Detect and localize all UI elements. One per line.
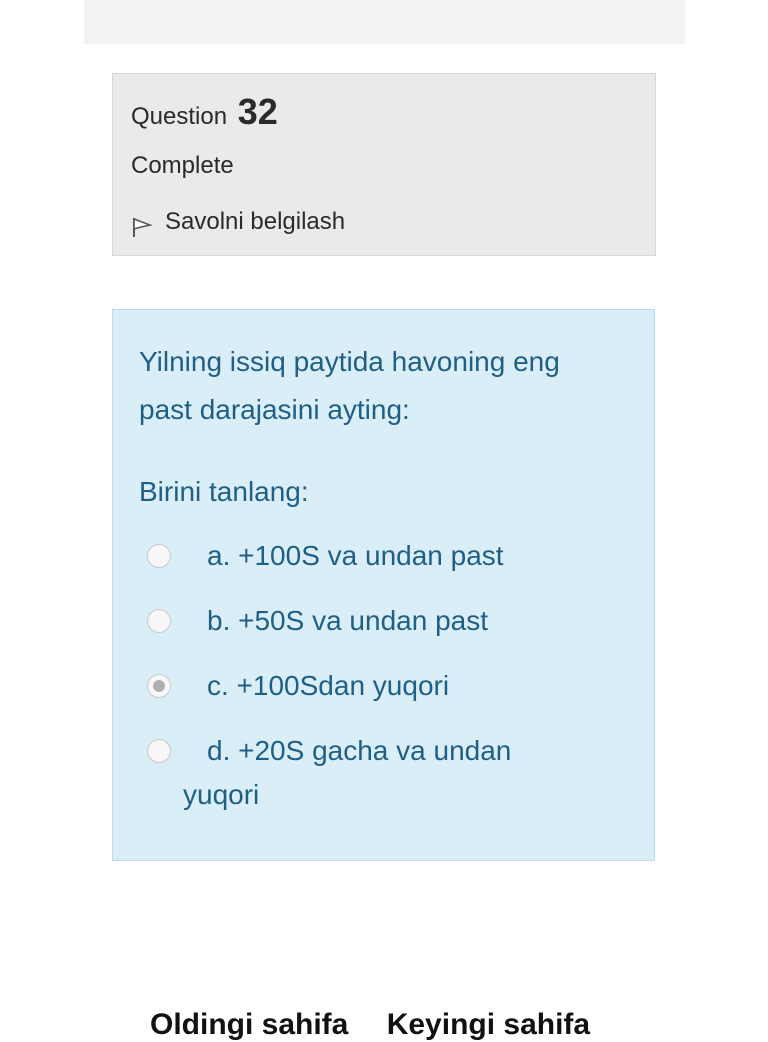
flag-icon	[133, 217, 153, 237]
option-b-label: b. +50S va undan past	[207, 605, 488, 636]
option-d-label: d. +20S gacha va undan	[207, 735, 512, 766]
option-d-label-cont: yuqori	[183, 779, 260, 810]
option-b-radio[interactable]	[147, 609, 171, 633]
flag-question-button[interactable]: Savolni belgilash	[131, 206, 345, 238]
question-number: 32	[237, 91, 278, 132]
option-d[interactable]: d. +20S gacha va undan yuqori	[147, 733, 511, 819]
option-a-radio[interactable]	[147, 544, 171, 568]
question-content: Yilning issiq paytida havoning eng past …	[112, 309, 655, 861]
option-d-radio[interactable]	[147, 739, 171, 763]
option-c-radio[interactable]	[147, 674, 171, 698]
flag-label: Savolni belgilash	[165, 208, 346, 235]
next-page-button[interactable]: Keyingi sahifa	[387, 1008, 590, 1041]
page-navigation: Oldingi sahifa Keyingi sahifa	[150, 1008, 620, 1042]
prev-page-button[interactable]: Oldingi sahifa	[150, 1008, 348, 1041]
question-text: Yilning issiq paytida havoning eng past …	[139, 346, 560, 425]
top-band	[84, 0, 685, 44]
option-c[interactable]: c. +100Sdan yuqori	[147, 668, 449, 710]
option-b[interactable]: b. +50S va undan past	[147, 603, 488, 645]
answer-prompt: Birini tanlang:	[139, 476, 309, 507]
option-a[interactable]: a. +100S va undan past	[147, 538, 504, 580]
question-info-panel: Question 32 Complete Savolni belgilash	[112, 73, 656, 256]
question-state: Complete	[131, 152, 234, 179]
option-a-label: a. +100S va undan past	[207, 540, 504, 571]
question-label: Question	[131, 103, 228, 130]
question-heading: Question 32	[131, 92, 278, 137]
option-c-label: c. +100Sdan yuqori	[207, 670, 450, 701]
